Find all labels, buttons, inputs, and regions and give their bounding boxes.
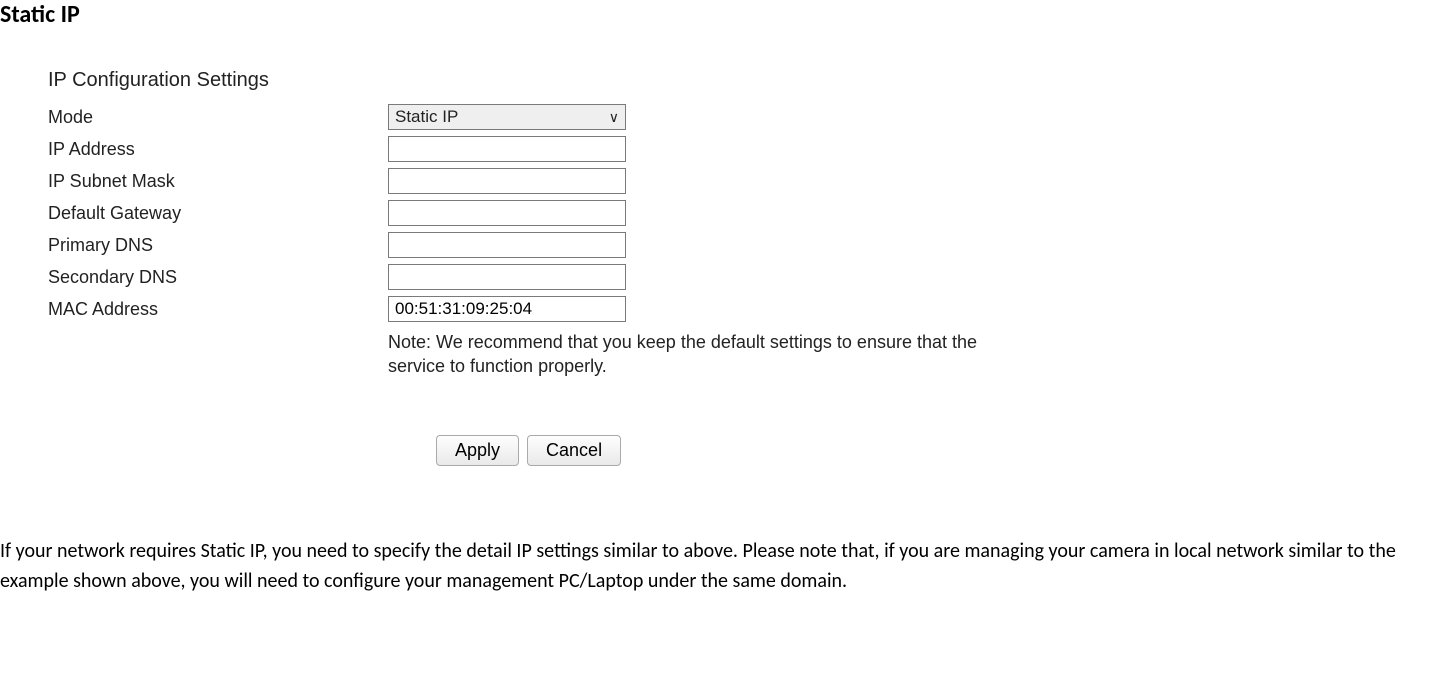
- ip-subnet-mask-input[interactable]: [388, 168, 626, 194]
- ip-address-input[interactable]: [388, 136, 626, 162]
- mode-dropdown-value: Static IP: [395, 107, 458, 127]
- cancel-button[interactable]: Cancel: [527, 435, 621, 466]
- secondary-dns-label: Secondary DNS: [48, 264, 388, 288]
- ip-address-label: IP Address: [48, 136, 388, 160]
- secondary-dns-row: Secondary DNS: [48, 264, 1436, 290]
- chevron-down-icon: ∨: [609, 110, 619, 124]
- mode-dropdown[interactable]: Static IP ∨: [388, 104, 626, 130]
- secondary-dns-input[interactable]: [388, 264, 626, 290]
- note-text: Note: We recommend that you keep the def…: [388, 330, 1008, 379]
- button-row: Apply Cancel: [436, 435, 1436, 466]
- mode-label: Mode: [48, 104, 388, 128]
- apply-button[interactable]: Apply: [436, 435, 519, 466]
- mode-row: Mode Static IP ∨: [48, 104, 1436, 130]
- default-gateway-label: Default Gateway: [48, 200, 388, 224]
- primary-dns-label: Primary DNS: [48, 232, 388, 256]
- page-title: Static IP: [0, 0, 1436, 29]
- ip-configuration-settings: IP Configuration Settings Mode Static IP…: [48, 69, 1436, 466]
- ip-address-row: IP Address: [48, 136, 1436, 162]
- mac-address-row: MAC Address: [48, 296, 1436, 322]
- primary-dns-row: Primary DNS: [48, 232, 1436, 258]
- note-row: Note: We recommend that you keep the def…: [48, 328, 1436, 379]
- ip-subnet-mask-label: IP Subnet Mask: [48, 168, 388, 192]
- settings-heading: IP Configuration Settings: [48, 69, 1436, 92]
- ip-subnet-mask-row: IP Subnet Mask: [48, 168, 1436, 194]
- primary-dns-input[interactable]: [388, 232, 626, 258]
- body-paragraph: If your network requires Static IP, you …: [0, 536, 1430, 596]
- mac-address-label: MAC Address: [48, 296, 388, 320]
- default-gateway-input[interactable]: [388, 200, 626, 226]
- mac-address-input[interactable]: [388, 296, 626, 322]
- default-gateway-row: Default Gateway: [48, 200, 1436, 226]
